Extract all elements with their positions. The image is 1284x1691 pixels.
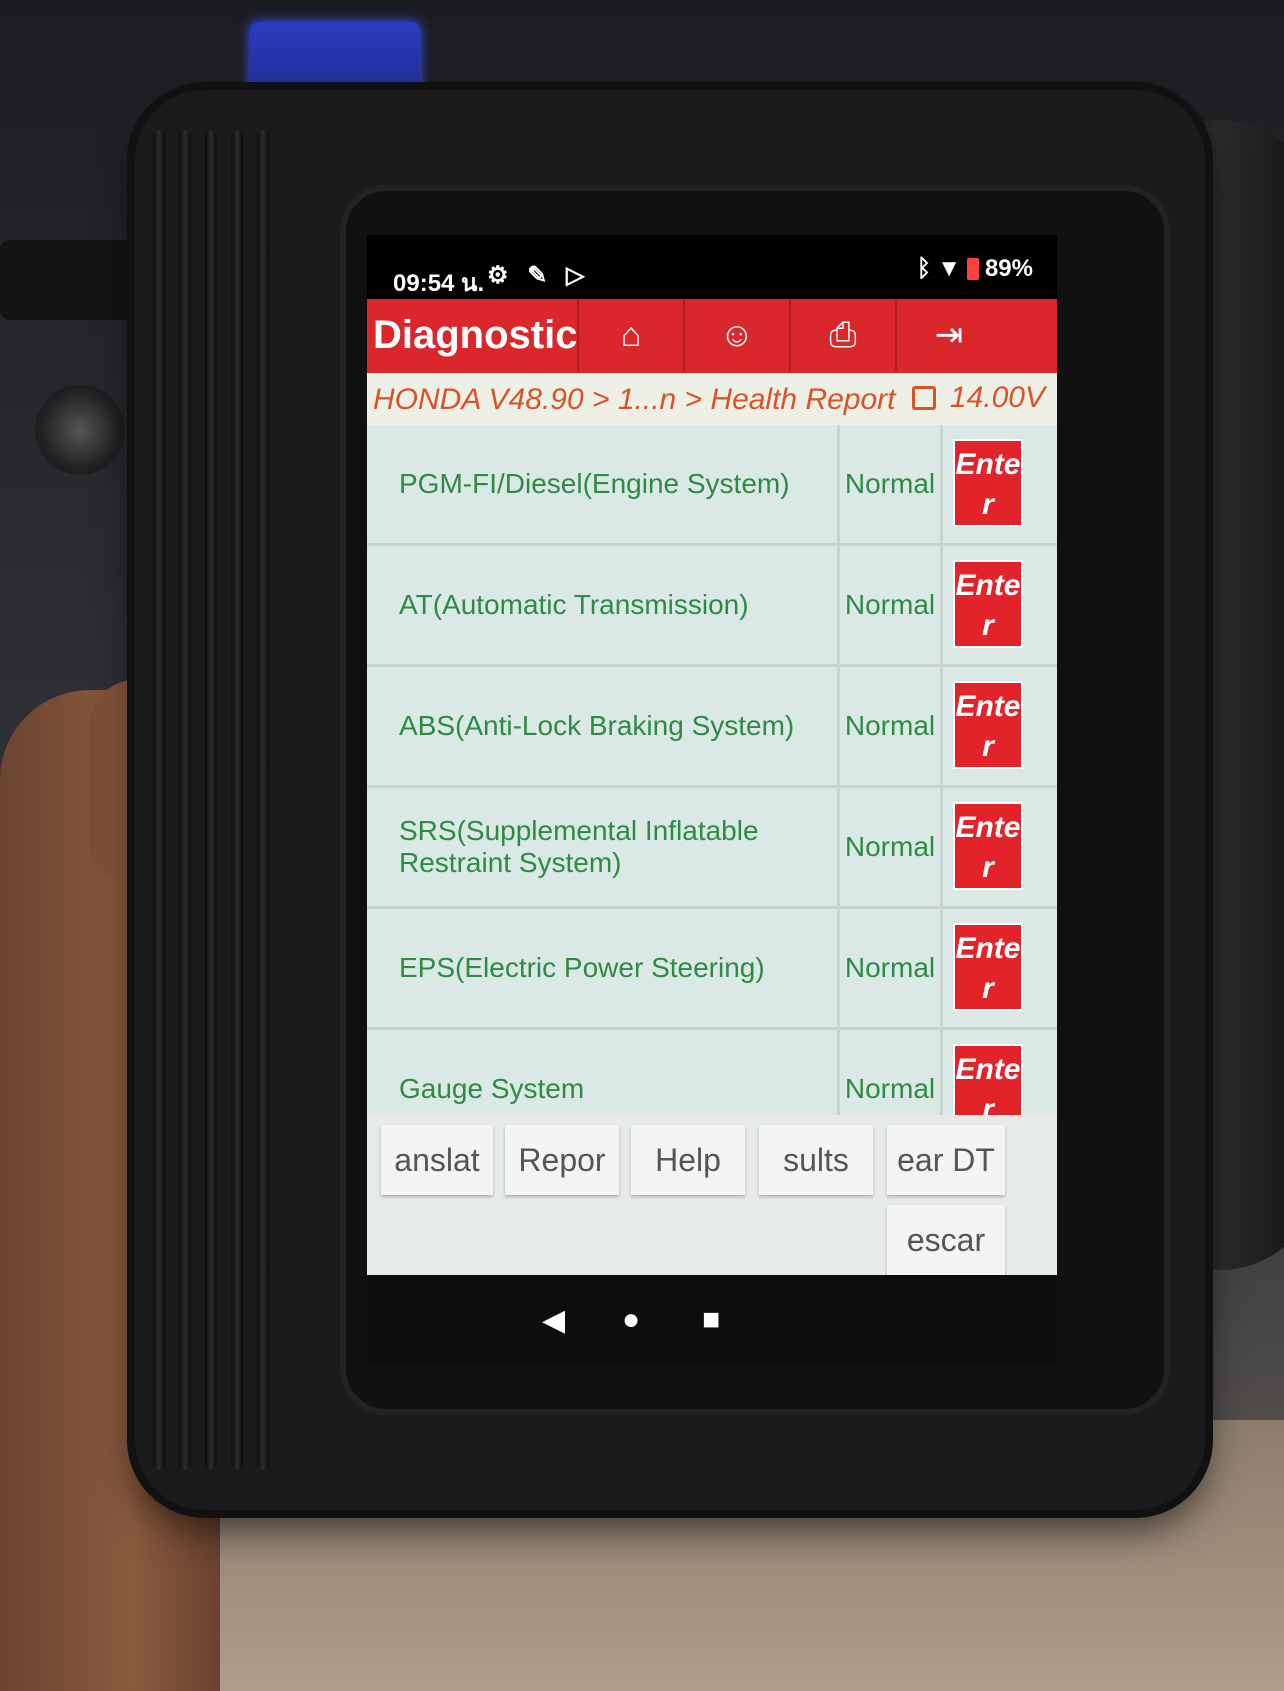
print-icon: ⎙ <box>829 315 857 354</box>
battery-icon <box>966 258 979 280</box>
list-item: ABS(Anti-Lock Braking System) Normal Ent… <box>367 667 1057 788</box>
results-button[interactable]: sults <box>759 1125 873 1195</box>
status-left-icons: ⚙ ✎ ▷ <box>487 261 590 290</box>
breadcrumb-path: HONDA V48.90 > 1...n > Health Report <box>373 383 896 416</box>
page-title: Diagnostic <box>373 313 578 357</box>
system-name: AT(Automatic Transmission) <box>399 589 749 620</box>
system-list[interactable]: PGM-FI/Diesel(Engine System) Normal Ente… <box>367 425 1057 1115</box>
play-store-icon: ▷ <box>565 262 591 289</box>
dashboard-vent <box>0 240 140 320</box>
back-icon[interactable]: ◀ <box>542 1303 565 1338</box>
recents-icon[interactable]: ■ <box>702 1303 720 1337</box>
list-item: EPS(Electric Power Steering) Normal Ente… <box>367 909 1057 1030</box>
enter-button[interactable]: Enter <box>953 560 1023 648</box>
enter-button[interactable]: Enter <box>953 439 1023 527</box>
bottom-action-bar: anslat Repor Help sults ear DT escar <box>367 1115 1057 1275</box>
help-button[interactable]: Help <box>631 1125 745 1195</box>
user-button[interactable]: ☺ <box>683 299 789 371</box>
android-nav-bar: ◀ ● ■ <box>367 1275 1057 1365</box>
exit-icon: ⇥ <box>934 316 964 354</box>
system-status: Normal <box>837 1030 943 1115</box>
settings-icon: ⚙ <box>487 262 515 289</box>
battery-percent: 89% <box>984 255 1033 282</box>
system-name: ABS(Anti-Lock Braking System) <box>399 710 795 741</box>
wifi-icon: ▼ <box>937 255 961 282</box>
enter-button[interactable]: Enter <box>953 923 1023 1011</box>
voltage-value: 14.00V <box>949 381 1045 414</box>
enter-button[interactable]: Enter <box>953 681 1023 769</box>
list-item: AT(Automatic Transmission) Normal Enter <box>367 546 1057 667</box>
list-item: SRS(Supplemental Inflatable Restraint Sy… <box>367 788 1057 909</box>
status-time: 09:54 น. <box>393 270 485 297</box>
system-name: PGM-FI/Diesel(Engine System) <box>399 468 790 499</box>
report-button[interactable]: Repor <box>505 1125 619 1195</box>
print-button[interactable]: ⎙ <box>789 299 895 371</box>
user-icon: ☺ <box>719 315 755 354</box>
home-nav-icon[interactable]: ● <box>622 1303 640 1337</box>
system-name: SRS(Supplemental Inflatable Restraint Sy… <box>399 815 759 878</box>
breadcrumb: HONDA V48.90 > 1...n > Health Report 14.… <box>367 373 1057 425</box>
tools-icon: ✎ <box>527 262 554 289</box>
calendar-icon <box>911 386 936 410</box>
translate-button[interactable]: anslat <box>381 1125 493 1195</box>
system-status: Normal <box>837 546 943 664</box>
device-grip <box>153 130 303 1470</box>
system-status: Normal <box>837 909 943 1027</box>
enter-button[interactable]: Enter <box>953 1044 1023 1115</box>
system-status: Normal <box>837 667 943 785</box>
system-name: EPS(Electric Power Steering) <box>399 952 765 983</box>
app-toolbar: Diagnostic ⌂ ☺ ⎙ ⇥ <box>367 299 1057 373</box>
home-button[interactable]: ⌂ <box>577 299 683 371</box>
device-screen: 09:54 น. ⚙ ✎ ▷ ᛒ ▼ 89% Diagnostic ⌂ ☺ ⎙ … <box>367 235 1057 1275</box>
clear-dtc-button[interactable]: ear DT <box>887 1125 1005 1195</box>
list-item: Gauge System Normal Enter <box>367 1030 1057 1115</box>
home-icon: ⌂ <box>620 315 642 354</box>
status-right-icons: ᛒ ▼ 89% <box>917 255 1033 283</box>
dashboard-knob <box>35 385 125 475</box>
bluetooth-icon: ᛒ <box>916 255 932 282</box>
exit-button[interactable]: ⇥ <box>895 299 1001 371</box>
status-bar: 09:54 น. ⚙ ✎ ▷ ᛒ ▼ 89% <box>367 235 1057 299</box>
system-status: Normal <box>837 788 943 906</box>
system-status: Normal <box>837 425 943 543</box>
escape-button[interactable]: escar <box>887 1205 1005 1275</box>
voltage-readout: 14.00V <box>911 381 1045 415</box>
list-item: PGM-FI/Diesel(Engine System) Normal Ente… <box>367 425 1057 546</box>
enter-button[interactable]: Enter <box>953 802 1023 890</box>
system-name: Gauge System <box>399 1073 585 1104</box>
